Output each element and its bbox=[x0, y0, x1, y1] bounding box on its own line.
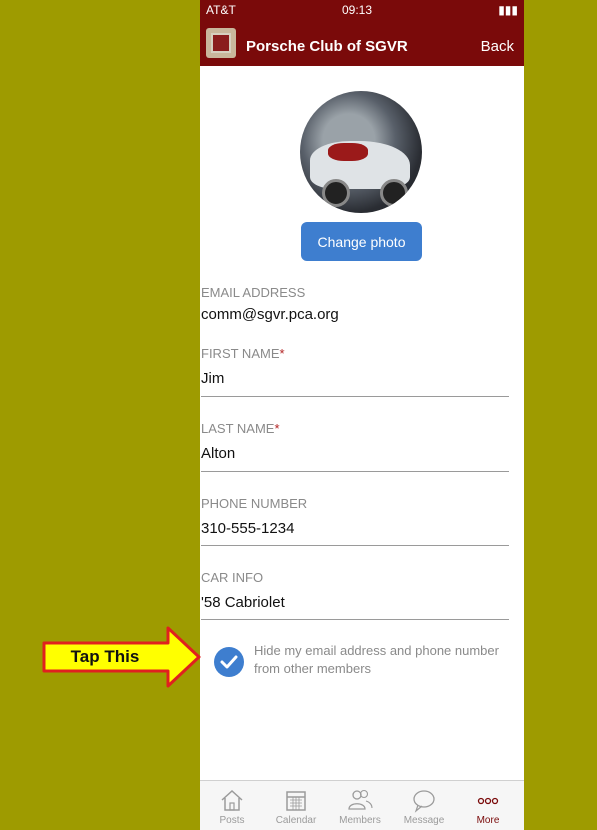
tap-this-label: Tap This bbox=[70, 647, 140, 666]
car-info-underline bbox=[201, 619, 509, 620]
email-value: comm@sgvr.pca.org bbox=[201, 306, 339, 323]
tap-this-callout: Tap This bbox=[42, 626, 202, 688]
status-bar: AT&T 09:13 ▮▮▮ bbox=[200, 0, 524, 18]
avatar[interactable] bbox=[300, 91, 422, 213]
email-label: EMAIL ADDRESS bbox=[201, 285, 306, 300]
tab-bar: Posts Calendar Members Message More bbox=[200, 780, 524, 830]
first-name-underline bbox=[201, 396, 509, 397]
battery-icon: ▮▮▮ bbox=[498, 3, 518, 17]
last-name-underline bbox=[201, 471, 509, 472]
more-icon bbox=[474, 787, 502, 813]
tab-label: Message bbox=[403, 815, 445, 826]
last-name-input[interactable]: Alton bbox=[201, 445, 235, 462]
car-info-input[interactable]: '58 Cabriolet bbox=[201, 594, 285, 611]
calendar-icon bbox=[282, 787, 310, 813]
tab-message[interactable]: Message bbox=[392, 781, 456, 830]
car-info-label: CAR INFO bbox=[201, 570, 264, 585]
change-photo-button[interactable]: Change photo bbox=[301, 222, 422, 261]
message-icon bbox=[410, 787, 438, 813]
tab-label: Calendar bbox=[275, 815, 317, 826]
tab-label: Posts bbox=[219, 815, 245, 826]
home-icon bbox=[218, 787, 246, 813]
tab-posts[interactable]: Posts bbox=[200, 781, 264, 830]
hide-contact-label: Hide my email address and phone number f… bbox=[254, 643, 499, 676]
first-name-label: FIRST NAME* bbox=[201, 346, 285, 361]
background-left bbox=[0, 0, 200, 830]
required-mark: * bbox=[279, 346, 285, 361]
tab-label: Members bbox=[339, 815, 381, 826]
checkmark-icon bbox=[220, 655, 238, 669]
members-icon bbox=[346, 787, 374, 813]
hide-contact-option[interactable]: Hide my email address and phone number f… bbox=[214, 642, 504, 682]
nav-bar: Porsche Club of SGVR Back bbox=[200, 18, 524, 66]
tab-calendar[interactable]: Calendar bbox=[264, 781, 328, 830]
clock: 09:13 bbox=[342, 3, 373, 17]
first-name-input[interactable]: Jim bbox=[201, 370, 224, 387]
phone-screen: AT&T 09:13 ▮▮▮ Porsche Club of SGVR Back… bbox=[200, 0, 524, 830]
back-button[interactable]: Back bbox=[481, 38, 514, 55]
tab-more[interactable]: More bbox=[456, 781, 520, 830]
required-mark: * bbox=[274, 421, 280, 436]
page-title: Porsche Club of SGVR bbox=[246, 38, 408, 55]
carrier-label: AT&T bbox=[206, 3, 236, 17]
last-name-label: LAST NAME* bbox=[201, 421, 280, 436]
tab-members[interactable]: Members bbox=[328, 781, 392, 830]
tab-label: More bbox=[476, 815, 500, 826]
hide-contact-checkbox[interactable] bbox=[214, 647, 244, 677]
phone-input[interactable]: 310-555-1234 bbox=[201, 520, 294, 537]
club-logo bbox=[206, 28, 236, 58]
phone-label: PHONE NUMBER bbox=[201, 496, 308, 511]
phone-underline bbox=[201, 545, 509, 546]
background-right bbox=[524, 0, 597, 830]
